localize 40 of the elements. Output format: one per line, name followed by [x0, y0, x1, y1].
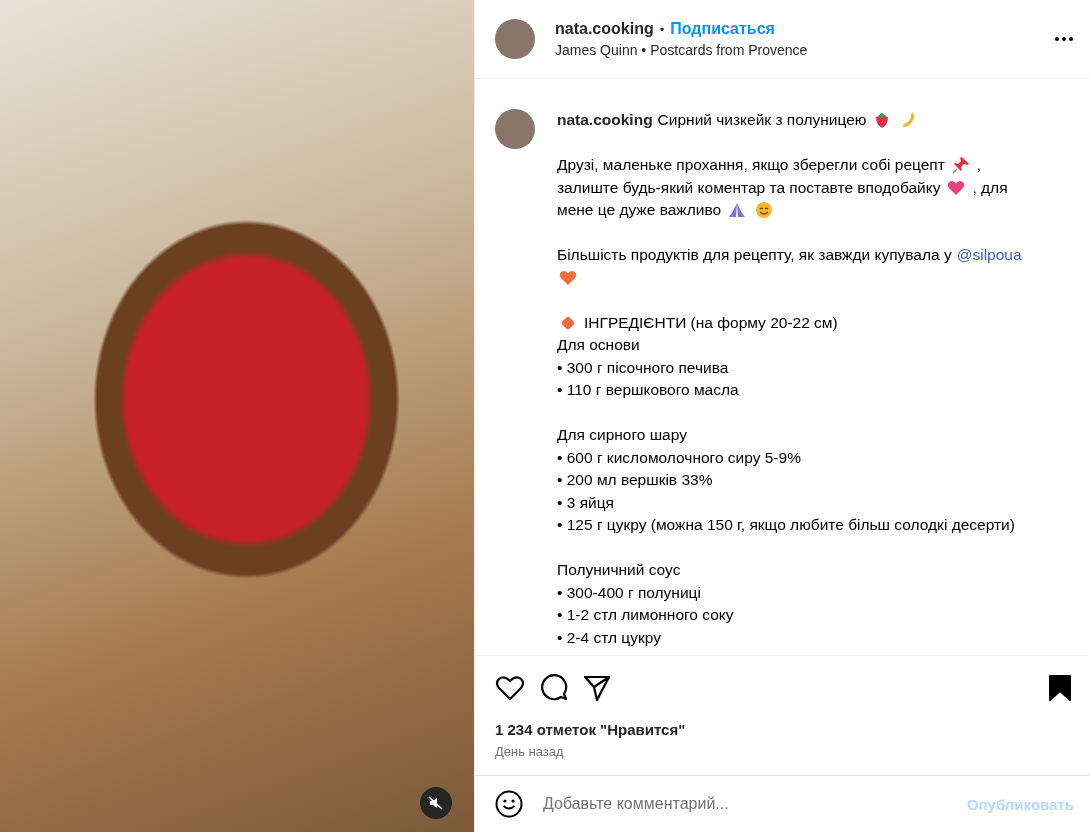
username[interactable]: nata.cooking [555, 20, 654, 38]
separator-dot: • [659, 21, 665, 37]
heart-icon [559, 268, 577, 287]
comment-icon[interactable] [539, 672, 569, 703]
caption-text: Сирний чизкейк з полуницею [657, 111, 867, 130]
speaker-icon [428, 795, 444, 811]
caption-text: • 300 г пісочного печива [557, 358, 729, 377]
caption-text: Більшість продуктів для рецепту, як завжди купувала у [557, 246, 952, 265]
avatar[interactable] [495, 19, 535, 59]
caption-text: • 125 г цукру (можна 150 г, якщо любите більш солодкі десерти) [557, 516, 1015, 535]
author-username[interactable]: nata.cooking [557, 111, 653, 130]
bookmark-icon[interactable] [1048, 674, 1072, 701]
caption-text: • 110 г вершкового масла [557, 381, 739, 400]
caption-text: мене це дуже важливо [557, 201, 722, 220]
audio-subtitle[interactable]: James Quinn • Postcards from Provence [555, 42, 1054, 58]
caption-text: Для сирного шару [557, 426, 687, 445]
caption-text: • 2-4 стл цукру [557, 628, 661, 647]
caption-text: • 3 яйця [557, 493, 614, 512]
like-icon[interactable] [495, 673, 525, 702]
caption-text: ІНГРЕДІЄНТИ (на форму 20-22 см) [584, 313, 838, 332]
caption-text: • 1-2 стл лимонного соку [557, 606, 734, 625]
mention-link[interactable]: @silpoua [956, 246, 1022, 265]
avatar[interactable] [495, 109, 535, 149]
caption-text: , для [972, 178, 1008, 197]
caption-text: Полуничний соус [557, 561, 681, 580]
caption-text: • 200 мл вершків 33% [557, 471, 713, 490]
more-options-icon[interactable] [1054, 36, 1074, 42]
post-time: День назад [475, 738, 1090, 776]
likes-count[interactable]: 1 234 отметок "Нравится" [475, 707, 1090, 738]
caption-text: , [976, 156, 982, 175]
heart-icon [947, 178, 966, 197]
caption-text: залиште будь-який коментар та поставте вподобайку [557, 178, 941, 197]
share-icon[interactable] [583, 673, 611, 702]
caption-text: Друзі, маленьке прохання, якщо зберегли собі рецепт [557, 156, 945, 175]
caption-text: Для основи [557, 336, 640, 355]
emoji-icon[interactable] [495, 790, 523, 818]
smiling-face-icon [755, 201, 774, 220]
pushpin-icon [951, 156, 970, 175]
caption-text: • 300-400 г полуниці [557, 583, 701, 602]
caption-text: • 600 г кисломолочного сиру 5-9% [557, 448, 801, 467]
